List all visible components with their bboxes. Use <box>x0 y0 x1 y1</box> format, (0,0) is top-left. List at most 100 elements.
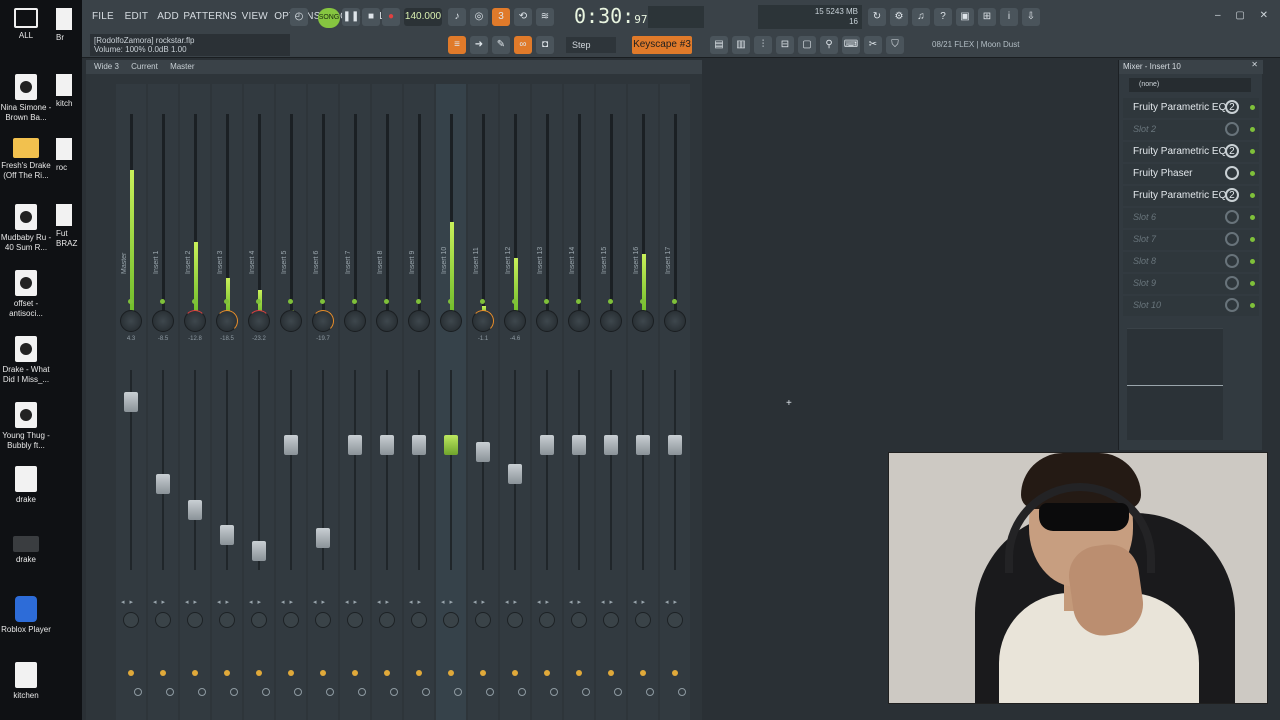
mixer-track[interactable]: Insert 4-23.2◂▸▲ <box>244 84 274 720</box>
route-indicator[interactable] <box>544 670 550 676</box>
stereo-arrows-icon[interactable]: ◂▸ <box>153 598 170 606</box>
blend-icon[interactable]: ≋ <box>536 8 554 26</box>
volume-fader[interactable] <box>156 474 170 494</box>
menu-edit[interactable]: EDIT <box>125 11 149 22</box>
stereo-separation-knob[interactable] <box>219 612 235 628</box>
slot-enable-led[interactable] <box>1250 149 1255 154</box>
slot-enable-led[interactable] <box>1250 281 1255 286</box>
volume-fader[interactable] <box>188 500 202 520</box>
project-icon[interactable]: ▢ <box>798 36 816 54</box>
slot-enable-led[interactable] <box>1250 215 1255 220</box>
desktop-item[interactable]: ALL <box>0 8 52 41</box>
pattern-icon[interactable]: ♪ <box>448 8 466 26</box>
mixer-track[interactable]: Insert 3-18.5◂▸▲ <box>212 84 242 720</box>
volume-fader[interactable] <box>412 435 426 455</box>
mix-knob[interactable] <box>1225 298 1239 312</box>
loop-record-icon[interactable]: ⟲ <box>514 8 532 26</box>
route-indicator[interactable] <box>320 670 326 676</box>
insert-preset-select[interactable]: (none) <box>1129 78 1251 92</box>
stereo-arrows-icon[interactable]: ◂▸ <box>377 598 394 606</box>
route-indicator[interactable] <box>480 670 486 676</box>
stereo-arrows-icon[interactable]: ◂▸ <box>409 598 426 606</box>
menu-add[interactable]: ADD <box>157 11 179 22</box>
stereo-separation-knob[interactable] <box>283 612 299 628</box>
effect-slot[interactable]: Slot 2 <box>1123 120 1259 140</box>
menu-file[interactable]: FILE <box>92 11 114 22</box>
pan-knob[interactable] <box>536 310 558 332</box>
desktop-item-partial[interactable]: roc <box>56 138 78 173</box>
microphone-icon[interactable]: ♫ <box>912 8 930 26</box>
route-indicator[interactable] <box>448 670 454 676</box>
track-enable-led[interactable] <box>384 299 389 304</box>
desktop-item[interactable]: Young Thug - Bubbly ft... <box>0 402 52 451</box>
pan-knob[interactable] <box>632 310 654 332</box>
stereo-arrows-icon[interactable]: ◂▸ <box>473 598 490 606</box>
pan-knob[interactable] <box>504 310 526 332</box>
stereo-separation-knob[interactable] <box>539 612 555 628</box>
pan-knob[interactable] <box>472 310 494 332</box>
record-arm-icon[interactable] <box>518 688 526 696</box>
slot-enable-led[interactable] <box>1250 127 1255 132</box>
slot-enable-led[interactable] <box>1250 171 1255 176</box>
track-enable-led[interactable] <box>416 299 421 304</box>
desktop-item[interactable]: drake <box>0 466 52 505</box>
tools-icon[interactable]: ✂ <box>864 36 882 54</box>
record-button[interactable]: ● <box>382 8 400 26</box>
stereo-separation-knob[interactable] <box>187 612 203 628</box>
route-indicator[interactable] <box>672 670 678 676</box>
stereo-arrows-icon[interactable]: ◂▸ <box>537 598 554 606</box>
track-enable-led[interactable] <box>224 299 229 304</box>
volume-fader[interactable] <box>252 541 266 561</box>
track-enable-led[interactable] <box>608 299 613 304</box>
stereo-separation-knob[interactable] <box>603 612 619 628</box>
record-arm-icon[interactable] <box>390 688 398 696</box>
mixer-track[interactable]: Master4.3◂▸▲ <box>116 84 146 720</box>
mix-knob[interactable] <box>1225 100 1239 114</box>
mix-knob[interactable] <box>1225 188 1239 202</box>
pan-knob[interactable] <box>600 310 622 332</box>
pan-knob[interactable] <box>408 310 430 332</box>
countdown-icon[interactable]: 3 <box>492 8 510 26</box>
mixer-track[interactable]: Insert 17◂▸▲ <box>660 84 690 720</box>
desktop-item-partial[interactable]: kitch <box>56 74 78 109</box>
pause-button[interactable]: ❚❚ <box>342 8 360 26</box>
stereo-separation-knob[interactable] <box>667 612 683 628</box>
stereo-separation-knob[interactable] <box>635 612 651 628</box>
pan-knob[interactable] <box>312 310 334 332</box>
mixer-track[interactable]: Insert 14◂▸▲ <box>564 84 594 720</box>
plugin-icon[interactable]: ⊞ <box>978 8 996 26</box>
effect-slot[interactable]: Fruity Phaser <box>1123 164 1259 184</box>
pan-knob[interactable] <box>216 310 238 332</box>
close-icon[interactable]: ✕ <box>1251 60 1258 69</box>
mix-knob[interactable] <box>1225 166 1239 180</box>
slot-enable-led[interactable] <box>1250 193 1255 198</box>
desktop-item[interactable]: Drake - What Did I Miss_... <box>0 336 52 385</box>
mix-knob[interactable] <box>1225 276 1239 290</box>
mixer-icon[interactable]: ⚙ <box>890 8 908 26</box>
record-arm-icon[interactable] <box>230 688 238 696</box>
stereo-separation-knob[interactable] <box>315 612 331 628</box>
mixer-track[interactable]: Insert 10◂▸▲ <box>436 84 466 720</box>
pan-knob[interactable] <box>280 310 302 332</box>
stereo-arrows-icon[interactable]: ◂▸ <box>505 598 522 606</box>
track-enable-led[interactable] <box>320 299 325 304</box>
volume-fader[interactable] <box>380 435 394 455</box>
slot-enable-led[interactable] <box>1250 303 1255 308</box>
stamp-icon[interactable]: ◘ <box>536 36 554 54</box>
metronome-icon[interactable]: ◴ <box>290 8 308 26</box>
mixer-track[interactable]: Insert 9◂▸▲ <box>404 84 434 720</box>
mix-knob[interactable] <box>1225 210 1239 224</box>
record-arm-icon[interactable] <box>678 688 686 696</box>
step-record-icon[interactable]: ◎ <box>470 8 488 26</box>
playlist-icon[interactable]: ≡ <box>448 36 466 54</box>
stereo-arrows-icon[interactable]: ◂▸ <box>601 598 618 606</box>
pan-knob[interactable] <box>568 310 590 332</box>
cart-icon[interactable]: ⛉ <box>886 36 904 54</box>
touch-keyboard-icon[interactable]: ⌨ <box>842 36 860 54</box>
browser-icon[interactable]: ⊟ <box>776 36 794 54</box>
refresh-icon[interactable]: ↻ <box>868 8 886 26</box>
stereo-arrows-icon[interactable]: ◂▸ <box>281 598 298 606</box>
stereo-arrows-icon[interactable]: ◂▸ <box>217 598 234 606</box>
volume-fader[interactable] <box>636 435 650 455</box>
effect-slot[interactable]: Slot 7 <box>1123 230 1259 250</box>
